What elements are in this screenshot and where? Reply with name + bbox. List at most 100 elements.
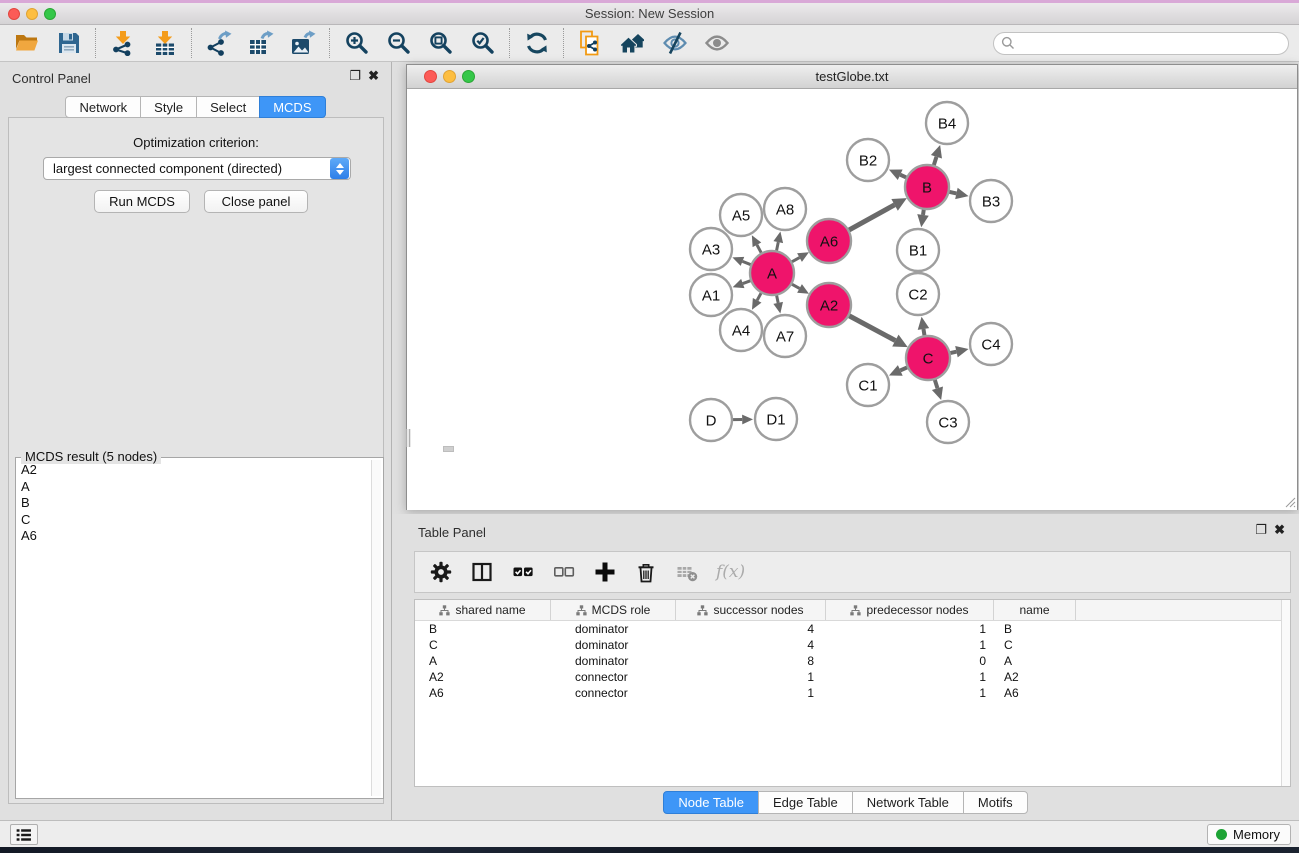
graph-edge-A-A5[interactable]	[752, 235, 762, 253]
float-panel-icon[interactable]: ❐	[349, 69, 361, 83]
graph-edge-C-C4[interactable]	[949, 346, 968, 357]
tab-node-table[interactable]: Node Table	[663, 791, 759, 814]
graph-edge-A-A3[interactable]	[732, 257, 751, 266]
import-network-icon[interactable]	[109, 30, 136, 57]
optimization-criterion-select[interactable]: largest connected component (directed)	[43, 157, 351, 180]
mcds-result-list[interactable]: A2ABCA6	[16, 462, 370, 796]
search-field[interactable]	[993, 32, 1289, 55]
graph-edge-B-B3[interactable]	[948, 188, 968, 199]
graph-node-C3[interactable]: C3	[927, 401, 969, 443]
resize-grip-icon[interactable]	[1284, 496, 1296, 508]
graph-node-C1[interactable]: C1	[847, 364, 889, 406]
graph-node-A2[interactable]: A2	[807, 283, 851, 327]
zoom-out-icon[interactable]	[385, 30, 412, 57]
graph-node-D[interactable]: D	[690, 399, 732, 441]
save-session-icon[interactable]	[55, 30, 82, 57]
graph-edge-B-B2[interactable]	[889, 169, 907, 180]
graph-node-A6[interactable]: A6	[807, 219, 851, 263]
run-mcds-button[interactable]: Run MCDS	[94, 190, 190, 213]
graph-node-A8[interactable]: A8	[764, 188, 806, 230]
memory-button[interactable]: Memory	[1207, 824, 1291, 845]
result-item-A6[interactable]: A6	[16, 528, 370, 545]
graph-node-B3[interactable]: B3	[970, 180, 1012, 222]
graph-edge-A-A6[interactable]	[791, 252, 809, 262]
table-row[interactable]: A6connector11A6	[415, 685, 1290, 701]
graph-edge-A-A8[interactable]	[773, 232, 783, 252]
deselect-all-icon[interactable]	[552, 560, 576, 584]
close-table-panel-icon[interactable]: ✖	[1274, 523, 1285, 537]
task-history-button[interactable]	[10, 824, 38, 845]
hide-eye-icon[interactable]	[661, 30, 688, 57]
graph-edge-A-A4[interactable]	[752, 292, 762, 309]
graph-node-D1[interactable]: D1	[755, 398, 797, 440]
graph-edge-D-D1[interactable]	[733, 415, 753, 425]
graph-edge-A2-C[interactable]	[848, 315, 907, 347]
graph-node-B1[interactable]: B1	[897, 229, 939, 271]
table-row[interactable]: Bdominator41B	[415, 621, 1290, 637]
network-canvas[interactable]: B4 B2 B B3 A8A5 A6 A3 B1 A A1 C2 A2 A4A7 C4 C C1 C3 D D1	[407, 90, 1297, 510]
float-table-panel-icon[interactable]: ❐	[1255, 523, 1267, 537]
settings-gear-icon[interactable]	[429, 560, 453, 584]
graph-node-C4[interactable]: C4	[970, 323, 1012, 365]
graph-edge-A-A2[interactable]	[791, 284, 809, 294]
column-header-predecessor-nodes[interactable]: predecessor nodes	[826, 600, 994, 620]
graph-edge-C-C2[interactable]	[918, 317, 929, 337]
column-header-name[interactable]: name	[994, 600, 1076, 620]
graph-node-C2[interactable]: C2	[897, 273, 939, 315]
graph-node-B4[interactable]: B4	[926, 102, 968, 144]
graph-node-C[interactable]: C	[906, 336, 950, 380]
zoom-selected-icon[interactable]	[469, 30, 496, 57]
graph-edge-A-A1[interactable]	[733, 279, 752, 288]
column-header-MCDS-role[interactable]: MCDS role	[551, 600, 676, 620]
tab-network-table[interactable]: Network Table	[852, 791, 964, 814]
add-column-icon[interactable]	[593, 560, 617, 584]
network-window-titlebar[interactable]: testGlobe.txt	[407, 65, 1297, 89]
graph-node-B[interactable]: B	[905, 165, 949, 209]
export-table-icon[interactable]	[247, 30, 274, 57]
graph-node-A1[interactable]: A1	[690, 274, 732, 316]
graph-edge-C-C1[interactable]	[889, 365, 908, 376]
tab-mcds[interactable]: MCDS	[259, 96, 325, 118]
home-icon[interactable]	[619, 30, 646, 57]
export-network-icon[interactable]	[205, 30, 232, 57]
network-graph[interactable]: B4 B2 B B3 A8A5 A6 A3 B1 A A1 C2 A2 A4A7 C4 C C1 C3 D D1	[407, 90, 1297, 510]
table-row[interactable]: Adominator80A	[415, 653, 1290, 669]
graph-edge-B-B4[interactable]	[931, 145, 942, 166]
tab-select[interactable]: Select	[196, 96, 260, 118]
split-divider-grip[interactable]	[443, 446, 454, 452]
node-table[interactable]: shared name MCDS role successor nodes pr…	[414, 599, 1291, 787]
table-scrollbar[interactable]	[1281, 600, 1290, 786]
graph-node-A4[interactable]: A4	[720, 309, 762, 351]
result-item-B[interactable]: B	[16, 495, 370, 512]
tab-network[interactable]: Network	[65, 96, 141, 118]
refresh-layout-icon[interactable]	[523, 30, 550, 57]
result-item-A2[interactable]: A2	[16, 462, 370, 479]
search-input[interactable]	[1015, 34, 1288, 53]
graph-node-A3[interactable]: A3	[690, 228, 732, 270]
graph-node-A5[interactable]: A5	[720, 194, 762, 236]
close-panel-button[interactable]: Close panel	[204, 190, 308, 213]
table-row[interactable]: Cdominator41C	[415, 637, 1290, 653]
graph-edge-C-C3[interactable]	[932, 379, 943, 400]
graph-edge-A-A7[interactable]	[773, 295, 783, 314]
close-panel-icon[interactable]: ✖	[368, 69, 379, 83]
column-header-shared-name[interactable]: shared name	[415, 600, 551, 620]
export-image-icon[interactable]	[289, 30, 316, 57]
zoom-in-icon[interactable]	[343, 30, 370, 57]
open-session-icon[interactable]	[13, 30, 40, 57]
graph-node-A7[interactable]: A7	[764, 315, 806, 357]
left-edge-grip[interactable]	[406, 429, 411, 447]
tab-style[interactable]: Style	[140, 96, 197, 118]
zoom-fit-icon[interactable]	[427, 30, 454, 57]
graph-edge-B-B1[interactable]	[917, 209, 928, 227]
graph-node-B2[interactable]: B2	[847, 139, 889, 181]
result-scrollbar[interactable]	[371, 460, 381, 796]
select-all-icon[interactable]	[511, 560, 535, 584]
delete-selected-icon[interactable]	[634, 560, 658, 584]
table-row[interactable]: A2connector11A2	[415, 669, 1290, 685]
graph-node-A[interactable]: A	[750, 251, 794, 295]
graph-edge-A6-B[interactable]	[848, 198, 907, 230]
result-item-C[interactable]: C	[16, 512, 370, 529]
split-columns-icon[interactable]	[470, 560, 494, 584]
show-eye-icon[interactable]	[703, 30, 730, 57]
